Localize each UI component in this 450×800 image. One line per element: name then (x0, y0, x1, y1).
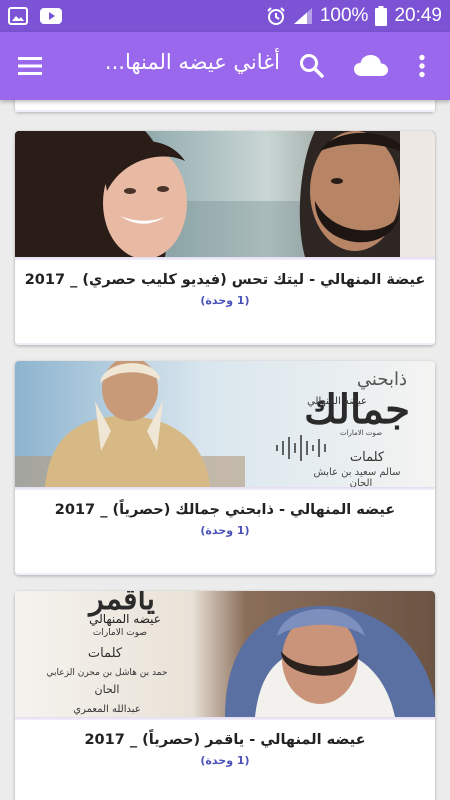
battery-percent: 100% (319, 5, 369, 26)
video-list[interactable]: عيضة المنهالي - ليتك تحس (فيديو كليب حصر… (0, 100, 450, 800)
battery-icon (375, 6, 388, 26)
thumb-text-composer-label: الحان (350, 478, 373, 487)
thumb-text-artist: عيضه المنهالي (89, 612, 161, 626)
cloud-icon[interactable] (349, 48, 393, 84)
thumb-text-lyrics-label: كلمات (350, 450, 385, 465)
video-title[interactable]: عيضه المنهالي - ياقمر (حصرياً) _ 2017 (15, 732, 435, 748)
video-title[interactable]: عيضه المنهالي - ذابحني جمالك (حصرياً) _ … (15, 502, 435, 518)
alarm-icon (266, 6, 286, 26)
youtube-icon (40, 8, 62, 24)
search-icon[interactable] (294, 48, 330, 84)
thumb-text-composer-label: الحان (95, 683, 120, 696)
status-bar: 100% 20:49 (0, 0, 450, 32)
thumb-text-composer: عبدالله المعمري (73, 704, 140, 715)
video-thumbnail[interactable] (15, 131, 435, 257)
video-card[interactable]: ياقمر عيضه المنهالي صوت الامارات كلمات ح… (15, 591, 435, 800)
thumb-text-label: صوت الامارات (93, 628, 147, 638)
thumb-text-artist: عيضه المنهالي (307, 396, 367, 407)
video-card[interactable]: ذابحني جمالك عيضه المنهالي صوت الامارات … (15, 361, 435, 575)
more-vert-icon[interactable] (410, 48, 434, 84)
image-icon (8, 7, 28, 25)
thumb-text-lyricist: سالم سعيد بن عابش (313, 467, 400, 478)
video-count: (1 وحدة) (200, 754, 250, 767)
thumb-text-big: جمالك (304, 386, 410, 433)
video-count: (1 وحدة) (200, 524, 250, 537)
card-divider (15, 717, 435, 720)
previous-card-edge (15, 100, 435, 112)
thumb-text-label: صوت الامارات (340, 429, 382, 437)
card-divider (15, 487, 435, 490)
app-bar: أغاني عيضه المنها... (0, 32, 450, 100)
card-divider (15, 257, 435, 260)
video-title[interactable]: عيضة المنهالي - ليتك تحس (فيديو كليب حصر… (15, 272, 435, 288)
page-title: أغاني عيضه المنها... (104, 50, 280, 74)
video-count: (1 وحدة) (200, 294, 250, 307)
video-card[interactable]: عيضة المنهالي - ليتك تحس (فيديو كليب حصر… (15, 131, 435, 345)
video-thumbnail[interactable]: ياقمر عيضه المنهالي صوت الامارات كلمات ح… (15, 591, 435, 717)
thumb-text-lyrics-label: كلمات (88, 646, 123, 661)
menu-icon[interactable] (13, 49, 47, 83)
clock: 20:49 (394, 5, 442, 26)
video-thumbnail[interactable]: ذابحني جمالك عيضه المنهالي صوت الامارات … (15, 361, 435, 487)
signal-icon (293, 7, 313, 25)
thumb-text-lyricist: حمد بن هاشل بن محرن الزعابي (47, 668, 168, 678)
